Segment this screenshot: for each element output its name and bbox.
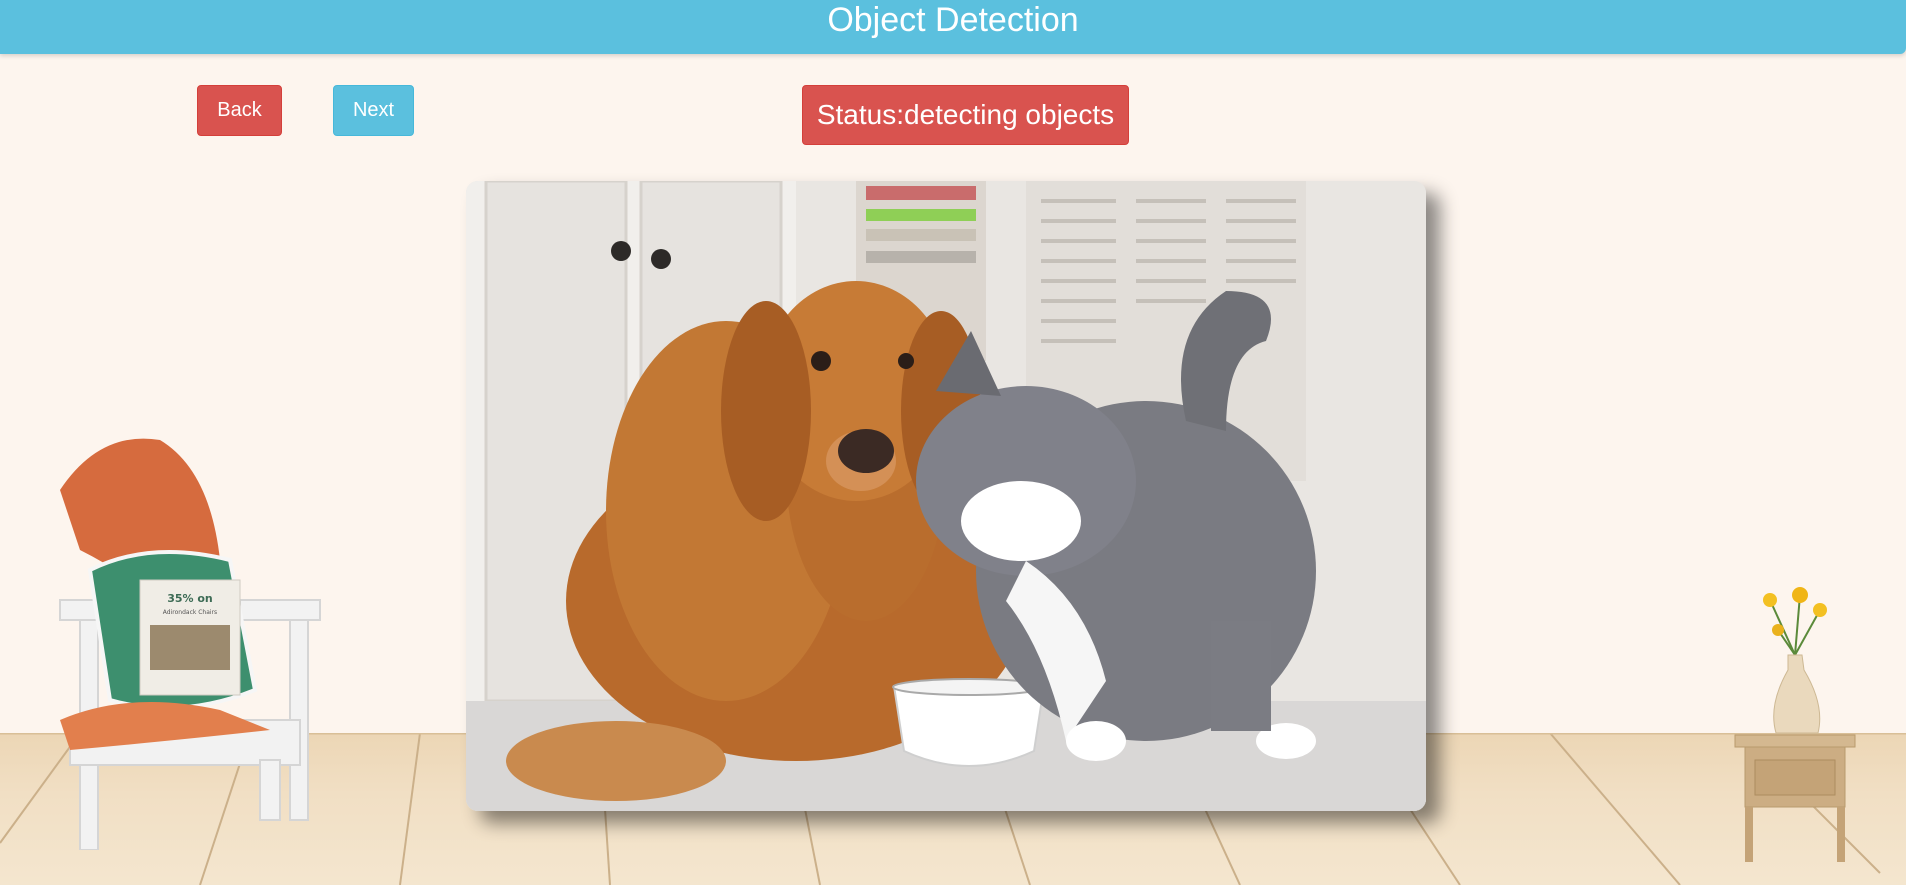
side-table-decoration (1730, 585, 1865, 865)
chair-decoration: 35% on Adirondack Chairs (40, 430, 370, 851)
page-title: Object Detection (827, 0, 1079, 39)
back-button[interactable]: Back (197, 85, 282, 136)
next-button[interactable]: Next (333, 85, 414, 136)
pillow-title: 35% on (167, 592, 213, 605)
app-header: Object Detection (0, 0, 1906, 54)
status-badge: Status:detecting objects (802, 85, 1129, 145)
detection-image (466, 181, 1426, 811)
pillow-subtitle: Adirondack Chairs (163, 609, 217, 616)
